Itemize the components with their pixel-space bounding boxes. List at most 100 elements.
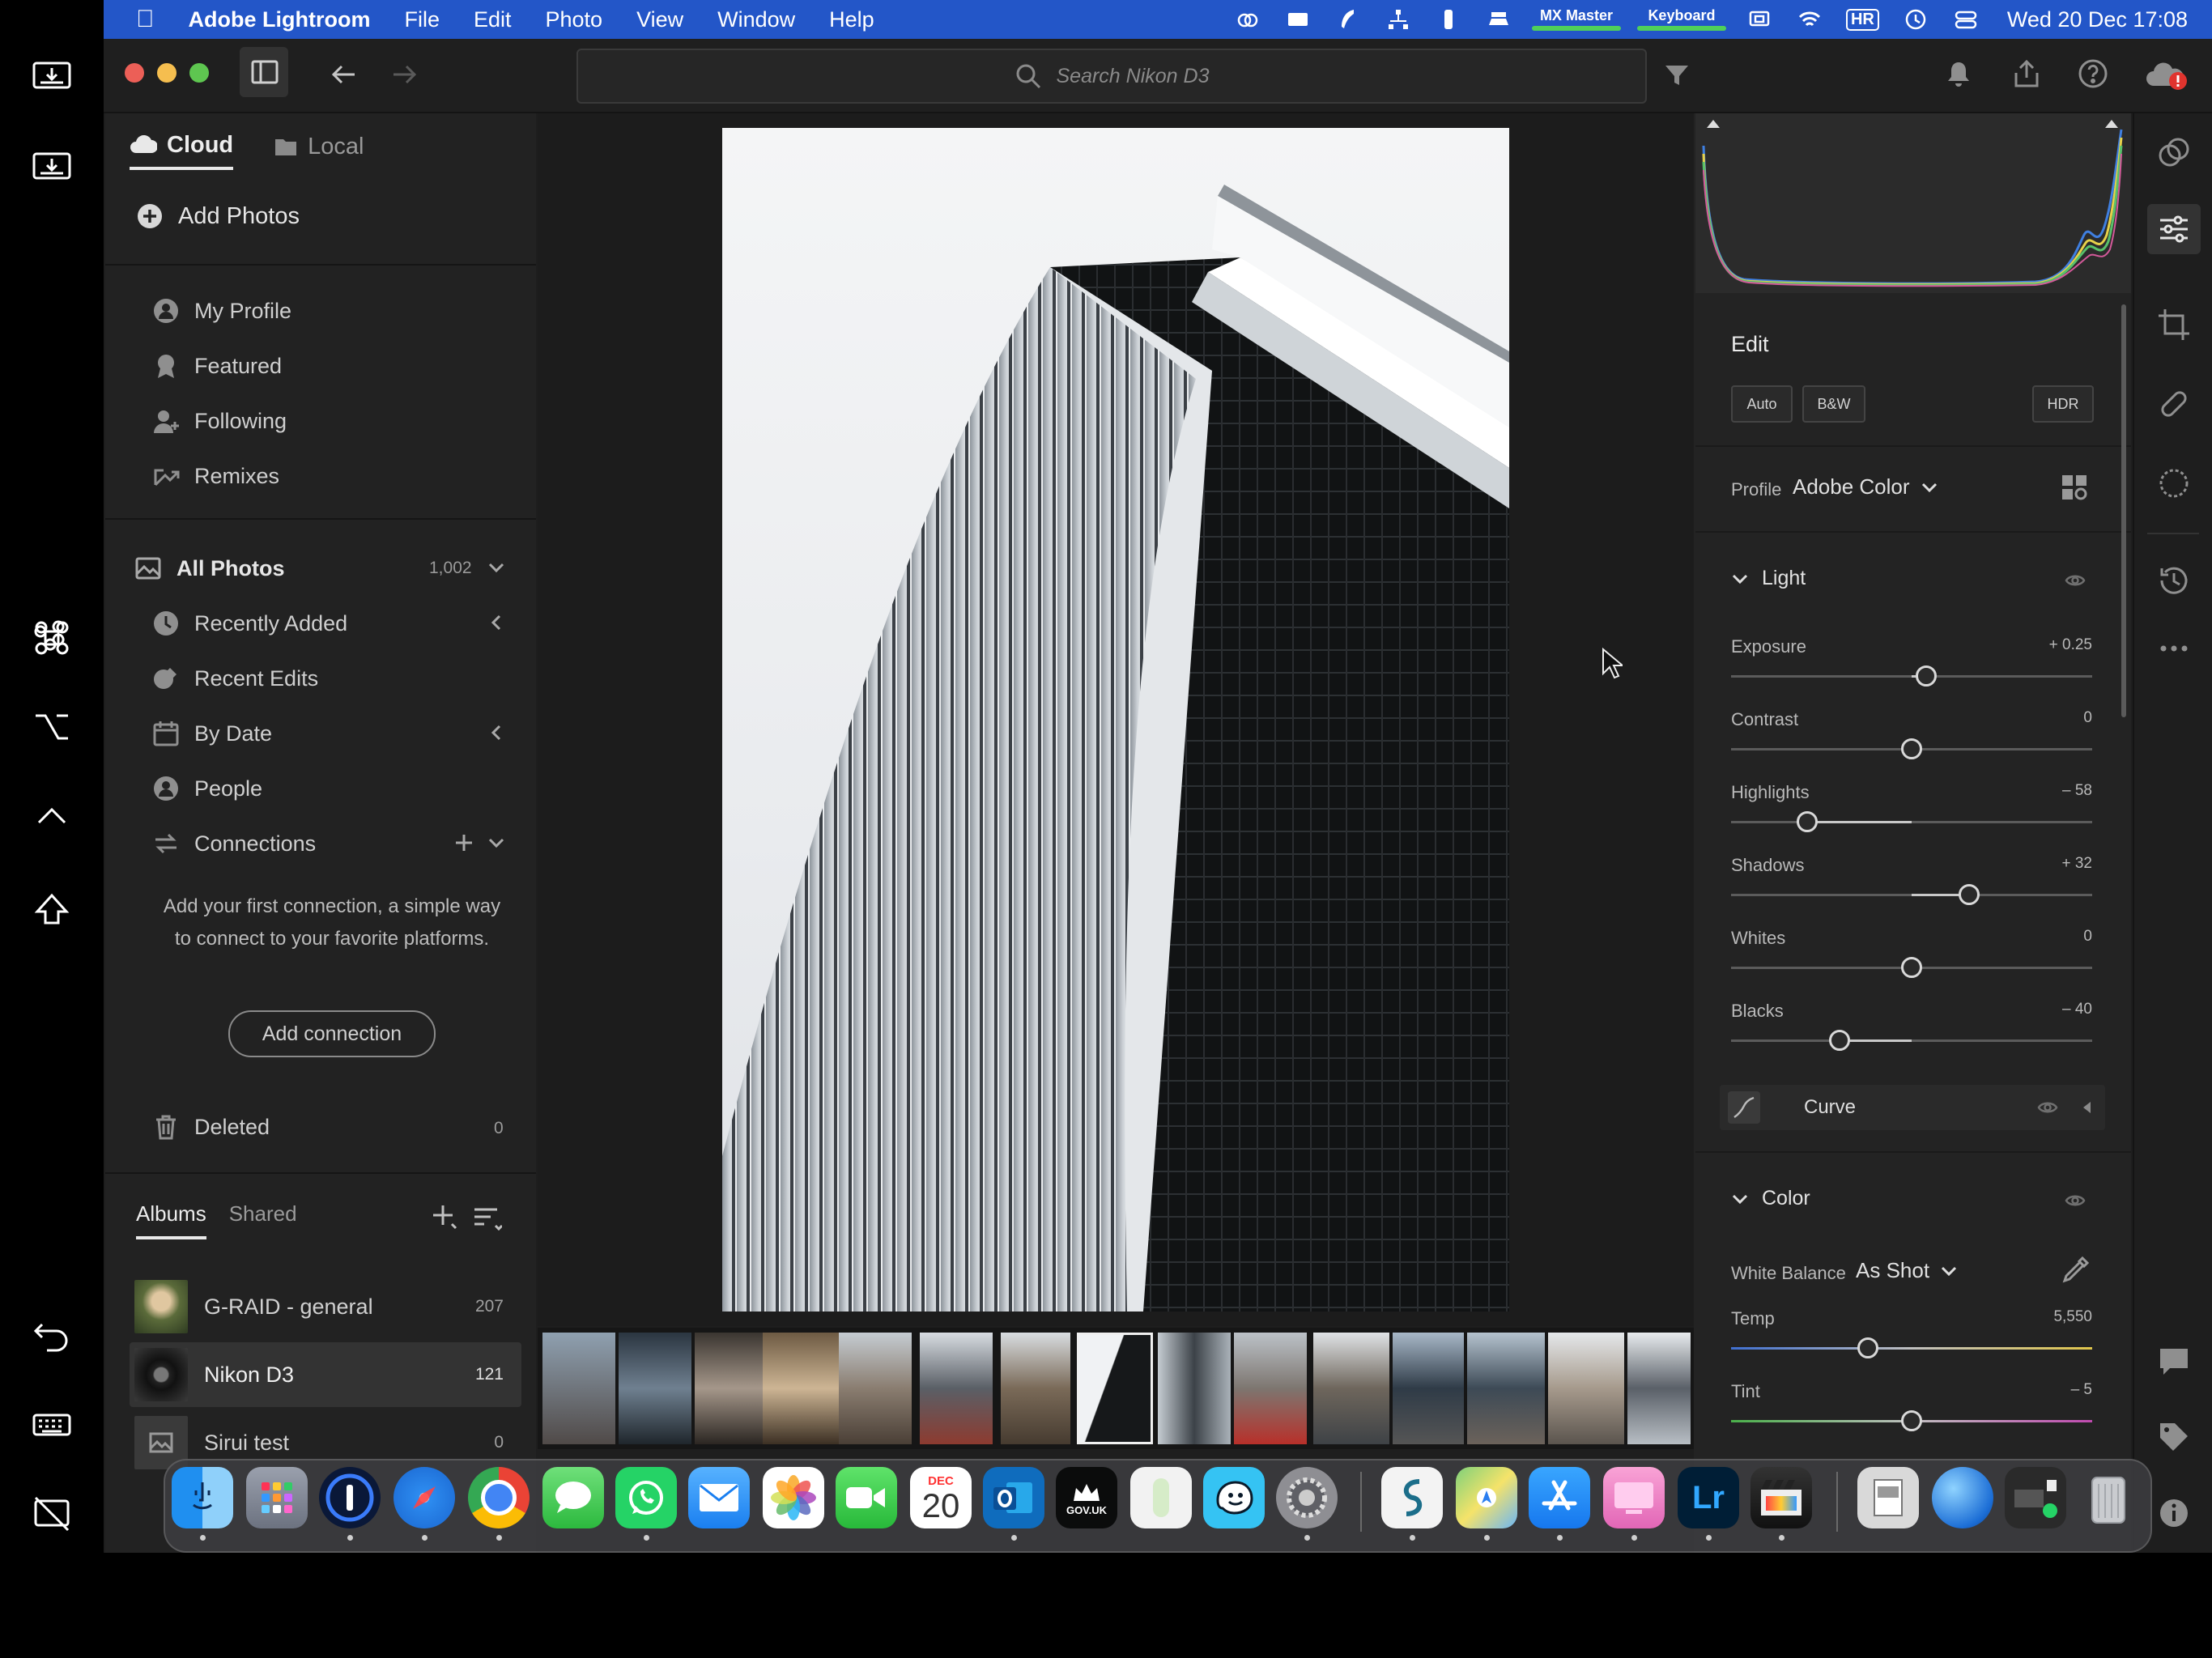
cleanmymac-icon[interactable] [1603,1467,1665,1528]
dock-bar-icon[interactable] [1485,7,1512,32]
slider-knob[interactable] [1901,957,1922,978]
slider-knob[interactable] [1915,665,1937,687]
filmstrip-thumbnail[interactable] [1393,1333,1464,1444]
shift-key-icon[interactable] [23,881,81,939]
curve-expand-icon[interactable] [2079,1099,2095,1116]
finder-icon[interactable] [172,1467,233,1528]
hide-sidecar-icon[interactable] [23,1485,81,1543]
chevron-left-icon[interactable] [486,722,507,743]
back-arrow-icon[interactable] [327,58,359,91]
masking-icon[interactable] [2157,466,2191,500]
chevron-down-icon[interactable] [486,557,507,578]
mail-icon[interactable] [688,1467,750,1528]
main-photo[interactable] [722,128,1509,1312]
app-icon[interactable] [1130,1467,1192,1528]
wifi-icon[interactable] [1796,7,1823,32]
usb-drive-icon[interactable] [1435,7,1462,32]
curve-visibility-eye-icon[interactable] [2037,1097,2058,1118]
slider-knob[interactable] [1796,811,1818,832]
tint-slider-knob[interactable] [1901,1410,1922,1431]
maps-icon[interactable] [1456,1467,1517,1528]
filmstrip-thumbnail[interactable] [1313,1333,1389,1444]
presets-icon[interactable] [2157,136,2191,170]
bw-button[interactable]: B&W [1802,385,1865,423]
healing-bandage-icon[interactable] [2157,387,2191,421]
sidebar-item-by-date[interactable]: By Date [152,709,272,758]
sidebar-item-featured[interactable]: Featured [152,342,282,390]
white-balance-dropdown[interactable]: As Shot [1856,1258,1959,1283]
card-reader-icon[interactable] [1284,7,1312,32]
outlook-icon[interactable] [983,1467,1044,1528]
slider-knob[interactable] [1901,738,1922,759]
input-source[interactable]: HR [1845,7,1879,32]
filmstrip-thumbnail[interactable] [920,1333,993,1444]
tab-shared[interactable]: Shared [229,1201,297,1239]
light-visibility-eye-icon[interactable] [2065,570,2086,591]
filmstrip-thumbnail[interactable] [1234,1333,1307,1444]
cloud-sync-error-icon[interactable] [2144,58,2189,91]
slider-value[interactable]: – 58 [1995,782,2092,800]
help-icon[interactable] [2078,58,2108,89]
auto-button[interactable]: Auto [1731,385,1793,423]
option-key-icon[interactable] [23,698,81,756]
network-globe-icon[interactable] [1932,1467,1993,1528]
profile-browser-icon[interactable] [2060,473,2089,502]
filmstrip-thumbnail[interactable] [1627,1333,1691,1444]
undo-icon[interactable] [23,1305,81,1363]
facetime-icon[interactable] [836,1467,897,1528]
filmstrip-thumbnail[interactable] [1548,1333,1624,1444]
album-g-raid-general[interactable]: G-RAID - general 207 [130,1274,521,1339]
photos-app-icon[interactable] [763,1467,824,1528]
notifications-bell-icon[interactable] [1945,60,1972,89]
light-section-header[interactable]: Light [1731,567,1806,590]
add-photos-button[interactable]: Add Photos [136,202,300,230]
keyboard-icon[interactable] [23,1396,81,1454]
history-icon[interactable] [2157,563,2191,597]
menu-window[interactable]: Window [717,7,795,32]
keyboard-battery[interactable]: Keyboard [1636,8,1726,31]
gov-uk-icon[interactable]: GOV.UK [1056,1467,1117,1528]
mouse-battery[interactable]: MX Master [1531,8,1621,31]
trash-dock-icon[interactable] [2078,1467,2139,1528]
sidebar-item-recent-edits[interactable]: Recent Edits [152,654,318,703]
color-section-header[interactable]: Color [1731,1187,1810,1210]
creative-cloud-icon[interactable] [1234,7,1261,32]
close-window-button[interactable] [125,63,144,83]
menu-view[interactable]: View [636,7,683,32]
info-icon[interactable] [2157,1496,2191,1530]
onepassword-icon[interactable] [319,1467,381,1528]
filmstrip-thumbnail-selected[interactable] [1077,1333,1153,1444]
slider-knob[interactable] [1828,1030,1850,1051]
time-machine-icon[interactable] [1902,7,1929,32]
filmstrip-thumbnail[interactable] [619,1333,691,1444]
command-key-icon[interactable] [23,609,81,667]
whatsapp-icon[interactable] [615,1467,677,1528]
slider-value[interactable]: – 40 [1995,1001,2092,1018]
system-settings-icon[interactable] [1276,1467,1338,1528]
menu-file[interactable]: File [404,7,440,32]
color-visibility-eye-icon[interactable] [2065,1190,2086,1211]
slider-track[interactable] [1731,1039,2092,1042]
chevron-left-icon[interactable] [486,612,507,633]
control-center-icon[interactable] [1952,7,1980,32]
slider-value[interactable]: 0 [1995,928,2092,946]
crop-icon[interactable] [2157,308,2191,342]
download-tray-icon[interactable] [23,45,81,104]
slider-value[interactable]: 0 [1995,709,2092,727]
downloads-stack-icon[interactable] [2005,1467,2066,1528]
screen-mirroring-icon[interactable] [1746,7,1773,32]
add-connection-plus-icon[interactable] [453,832,474,853]
add-album-icon[interactable] [431,1203,458,1231]
sidebar-item-connections[interactable]: Connections [152,819,316,868]
sidebar-item-remixes[interactable]: Remixes [152,452,279,500]
filmstrip-thumbnail[interactable] [1001,1333,1070,1444]
sidebar-item-all-photos[interactable]: All Photos [134,544,285,593]
filmstrip-thumbnail[interactable] [839,1333,912,1444]
document-stack-icon[interactable] [1857,1467,1919,1528]
tab-albums[interactable]: Albums [136,1201,206,1239]
add-connection-button[interactable]: Add connection [228,1010,436,1057]
chevron-down-icon[interactable] [486,832,507,853]
filmstrip-thumbnail[interactable] [695,1333,768,1444]
calendar-app-icon[interactable]: DEC 20 [910,1467,972,1528]
slider-value[interactable]: + 0.25 [1995,636,2092,654]
